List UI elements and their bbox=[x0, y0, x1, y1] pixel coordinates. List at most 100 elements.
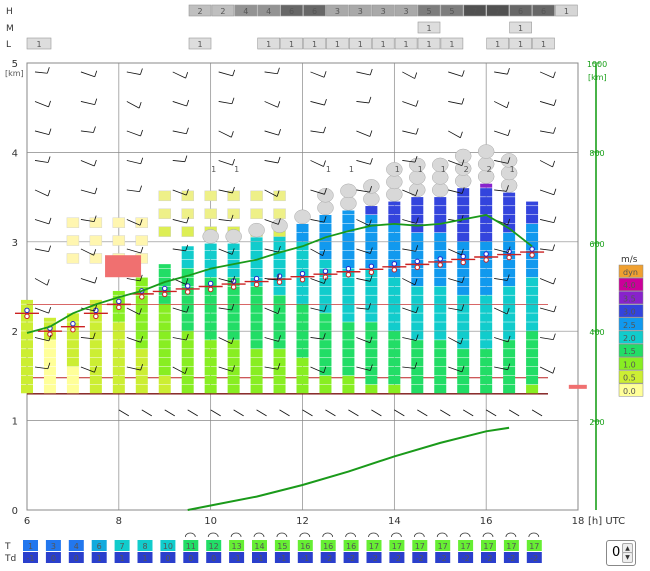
legend-label: 3.0 bbox=[623, 308, 636, 317]
wind-column-cell bbox=[434, 322, 447, 331]
wind-column-cell bbox=[411, 340, 424, 349]
wind-column-cell bbox=[319, 313, 332, 322]
warm-block bbox=[105, 255, 142, 278]
wind-column-cell bbox=[411, 232, 424, 242]
wind-column-cell bbox=[434, 232, 447, 242]
cloud-cell-value: 3 bbox=[381, 7, 386, 16]
wind-column-cell bbox=[365, 286, 378, 295]
cumulus-cloud bbox=[294, 209, 311, 225]
cloud-row-label-m: M bbox=[6, 24, 14, 34]
cloud-cell-pale bbox=[66, 217, 80, 228]
wind-column-cell bbox=[181, 375, 194, 385]
td-cell-value: -2 bbox=[347, 554, 355, 563]
temperature-marker bbox=[437, 262, 443, 268]
wind-column-cell bbox=[342, 214, 355, 224]
cloud-cell-value: 3 bbox=[358, 7, 363, 16]
step-spinner[interactable]: 0 ▲ ▼ bbox=[606, 540, 636, 566]
y-tick-label-right: 600 bbox=[589, 240, 604, 249]
wind-column-cell bbox=[342, 313, 355, 322]
wind-column-cell bbox=[434, 313, 447, 322]
cloud-symbol-icon bbox=[528, 532, 540, 538]
legend-label: 3.5 bbox=[623, 294, 636, 303]
temperature-marker bbox=[207, 286, 214, 293]
wind-column-cell bbox=[365, 313, 378, 322]
wind-column-cell bbox=[112, 384, 125, 394]
t-cell-value: 3 bbox=[51, 542, 56, 551]
cloud-symbol-icon bbox=[253, 532, 265, 538]
td-cell-value: -2 bbox=[530, 554, 538, 563]
wind-column-cell bbox=[457, 223, 470, 233]
wind-column-cell bbox=[227, 358, 240, 367]
t-cell-value: 6 bbox=[97, 542, 102, 551]
wind-column-cell bbox=[296, 250, 309, 260]
cloud-cell-value: 1 bbox=[541, 40, 546, 49]
wind-column-cell bbox=[342, 286, 355, 295]
cloud-cell-pale bbox=[181, 226, 194, 237]
y-tick-label-left: 0 bbox=[12, 506, 18, 517]
cloud-cell-value: 1 bbox=[449, 40, 454, 49]
wind-column-cell bbox=[135, 277, 148, 286]
t-cell-value: 17 bbox=[438, 542, 448, 551]
cloud-cell-pale bbox=[66, 253, 80, 264]
wind-column-cell bbox=[273, 259, 286, 269]
cumulus-cloud bbox=[248, 222, 265, 238]
cloud-cell-value: 1 bbox=[381, 40, 386, 49]
y-tick-label-right: 800 bbox=[589, 149, 604, 158]
wind-column-cell bbox=[388, 277, 401, 286]
cumulus-cloud bbox=[340, 196, 357, 211]
dew-point-marker bbox=[116, 298, 122, 305]
td-cell-value: -2 bbox=[462, 554, 470, 563]
td-cell-value: -1 bbox=[233, 554, 241, 563]
wind-column-cell bbox=[503, 286, 516, 295]
wind-column-cell bbox=[526, 259, 539, 269]
wind-column-cell bbox=[480, 322, 493, 331]
wind-column-cell bbox=[342, 358, 355, 367]
temperature-marker bbox=[345, 272, 352, 278]
wind-column-cell bbox=[526, 214, 539, 224]
wind-column-cell bbox=[158, 268, 171, 278]
x-tick-label: 18 bbox=[572, 516, 585, 527]
spinner-down-arrow-icon[interactable]: ▼ bbox=[622, 552, 633, 563]
wind-column-cell bbox=[319, 295, 332, 304]
cloud-count-label: 1 bbox=[441, 165, 446, 174]
cloud-symbol-icon bbox=[391, 532, 402, 538]
temperature-marker bbox=[70, 327, 76, 333]
wind-column-cell bbox=[503, 340, 516, 349]
wind-column-cell bbox=[434, 277, 447, 286]
y-axis-label-left: [km] bbox=[5, 69, 24, 78]
wind-column-cell bbox=[204, 340, 217, 349]
t-cell-value: 13 bbox=[232, 542, 242, 551]
t-cell-value: 12 bbox=[209, 542, 219, 551]
t-cell-value: 17 bbox=[506, 542, 516, 551]
wind-column-cell bbox=[342, 250, 355, 260]
wind-column-cell bbox=[365, 304, 378, 313]
wind-column-cell bbox=[250, 304, 263, 313]
cloud-cell-value: 5 bbox=[426, 7, 431, 16]
wind-column-cell bbox=[388, 331, 401, 340]
wind-column-cell bbox=[112, 349, 125, 358]
legend-label: 1.5 bbox=[623, 347, 636, 356]
wind-column-cell bbox=[457, 322, 470, 331]
wind-column-cell bbox=[434, 295, 447, 304]
y-tick-label-right: 200 bbox=[589, 418, 604, 427]
wind-column-cell bbox=[181, 322, 194, 331]
wind-column-cell bbox=[296, 313, 309, 322]
cumulus-cloud bbox=[454, 173, 472, 189]
wind-column-cell bbox=[273, 322, 286, 331]
cloud-cell-value: 3 bbox=[404, 7, 409, 16]
wind-column-cell bbox=[480, 295, 493, 304]
wind-column-cell bbox=[135, 375, 148, 385]
wind-column-cell bbox=[411, 358, 424, 367]
t-cell-value: 10 bbox=[163, 542, 173, 551]
wind-column-cell bbox=[181, 366, 194, 376]
wind-column-cell bbox=[112, 313, 125, 322]
wind-column-cell bbox=[480, 268, 493, 278]
cloud-cell-value: 1 bbox=[266, 40, 271, 49]
wind-column-cell bbox=[158, 366, 171, 376]
wind-column-cell bbox=[388, 384, 401, 394]
t-cell-value: 17 bbox=[369, 542, 379, 551]
wind-column-cell bbox=[296, 304, 309, 313]
wind-column-cell bbox=[112, 340, 125, 349]
wind-column-cell bbox=[457, 313, 470, 322]
temperature-marker bbox=[506, 254, 512, 261]
